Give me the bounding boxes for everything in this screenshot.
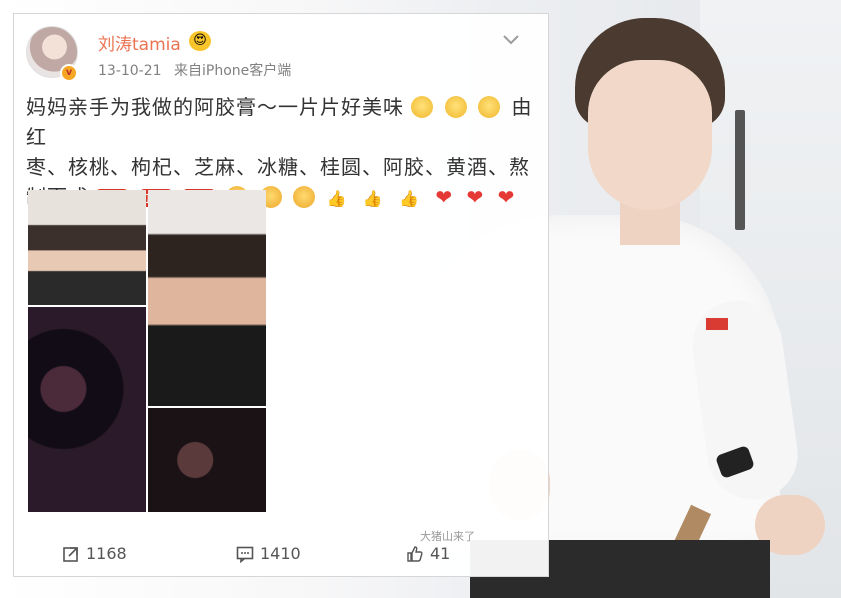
photo-thumbnail[interactable] bbox=[148, 408, 266, 512]
photo-thumbnail[interactable] bbox=[28, 307, 146, 512]
smile-emoji-icon bbox=[411, 96, 434, 118]
like-count: 41 bbox=[430, 544, 451, 563]
thumbs-up-emoji-icon: 👍 bbox=[326, 189, 348, 208]
post-date: 13-10-21 bbox=[98, 63, 162, 79]
kiss-emoji-icon bbox=[293, 186, 316, 208]
smile-emoji-icon bbox=[444, 96, 467, 118]
photo-grid bbox=[28, 190, 266, 512]
heart-emoji-icon: ❤ bbox=[497, 185, 516, 209]
comment-icon bbox=[236, 546, 254, 563]
vip-badge-icon: 😍 bbox=[189, 31, 211, 51]
heart-emoji-icon: ❤ bbox=[435, 185, 454, 209]
sweater-badge bbox=[706, 318, 728, 330]
comment-count: 1410 bbox=[260, 544, 301, 563]
photo-thumbnail[interactable] bbox=[148, 190, 266, 406]
smile-emoji-icon bbox=[478, 96, 501, 118]
thumbs-up-emoji-icon: 👍 bbox=[362, 189, 384, 208]
verified-badge-icon: v bbox=[60, 64, 78, 82]
photo-thumbnail[interactable] bbox=[28, 190, 146, 305]
thumbs-up-icon bbox=[407, 545, 423, 562]
watermark-text: 大猪山来了 bbox=[420, 530, 475, 543]
heart-emoji-icon: ❤ bbox=[466, 185, 485, 209]
repost-button[interactable]: 1168 bbox=[62, 544, 127, 563]
door-handle bbox=[735, 110, 745, 230]
person-face bbox=[588, 60, 712, 210]
weibo-post-card: v 刘涛tamia 😍 13-10-21 来自iPhone客户端 妈妈亲手为我做… bbox=[13, 13, 549, 577]
like-button[interactable]: 41 bbox=[406, 544, 450, 563]
post-text-line1: 妈妈亲手为我做的阿胶膏～一片片好美味 bbox=[26, 95, 404, 119]
repost-icon bbox=[63, 546, 78, 562]
repost-count: 1168 bbox=[86, 544, 127, 563]
post-meta: 13-10-21 来自iPhone客户端 bbox=[98, 60, 299, 80]
chevron-down-icon[interactable] bbox=[500, 28, 522, 50]
thumbs-up-emoji-icon: 👍 bbox=[399, 189, 421, 208]
post-text-line2: 枣、核桃、枸杞、芝麻、冰糖、桂圆、阿胶、黄酒、熬 bbox=[26, 155, 530, 179]
post-source[interactable]: 来自iPhone客户端 bbox=[174, 63, 291, 79]
username[interactable]: 刘涛tamia bbox=[98, 30, 181, 55]
comment-button[interactable]: 1410 bbox=[236, 544, 301, 563]
